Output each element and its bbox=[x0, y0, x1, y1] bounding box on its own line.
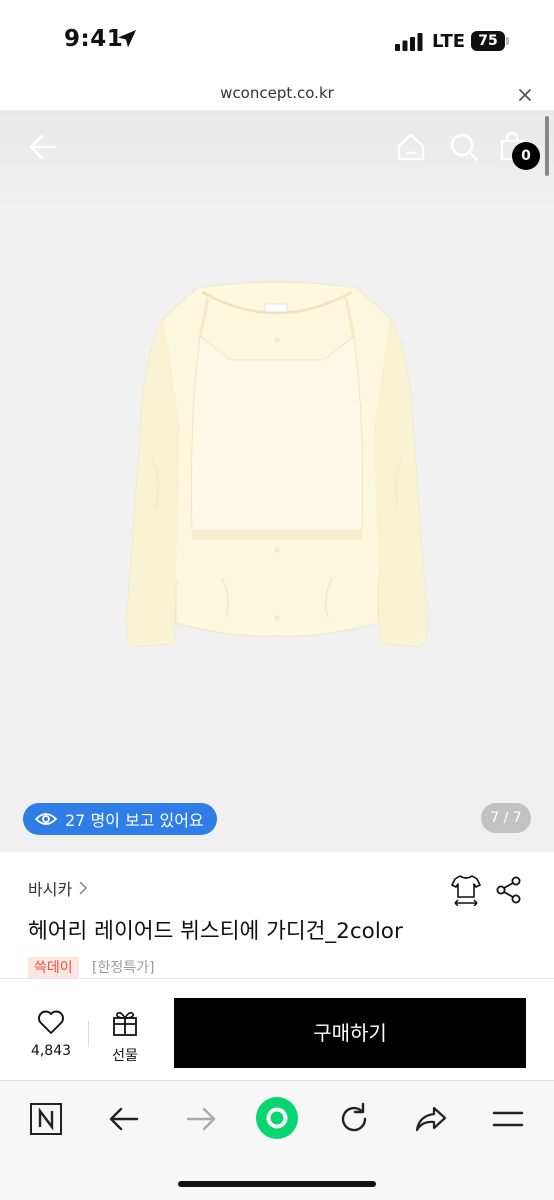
home-indicator bbox=[178, 1181, 376, 1187]
page-indicator: 7 / 7 bbox=[481, 803, 531, 833]
gift-icon[interactable] bbox=[111, 1009, 139, 1037]
gift-button[interactable]: 선물 bbox=[104, 1009, 146, 1065]
signal-icon bbox=[395, 33, 423, 51]
forward-icon[interactable] bbox=[185, 1102, 217, 1136]
size-fit-icon[interactable] bbox=[451, 874, 481, 906]
product-title: 헤어리 레이어드 뷔스티에 가디건_2color bbox=[28, 919, 403, 944]
chevron-right-icon bbox=[79, 881, 88, 895]
search-icon[interactable] bbox=[449, 132, 479, 162]
event-tag: 쓱데이 bbox=[28, 957, 79, 979]
eye-icon bbox=[35, 813, 57, 825]
buy-button[interactable]: 구매하기 bbox=[174, 998, 526, 1068]
home-icon[interactable] bbox=[396, 132, 426, 162]
menu-icon[interactable] bbox=[492, 1102, 524, 1136]
url-bar[interactable]: wconcept.co.kr bbox=[0, 80, 554, 110]
battery-icon: 75 bbox=[471, 31, 505, 51]
battery-level: 75 bbox=[478, 33, 498, 49]
product-image bbox=[126, 281, 428, 647]
close-icon[interactable] bbox=[516, 86, 534, 104]
green-dot-icon[interactable] bbox=[255, 1096, 299, 1140]
refresh-icon[interactable] bbox=[337, 1102, 371, 1136]
naver-icon[interactable] bbox=[29, 1102, 63, 1136]
share-icon[interactable] bbox=[496, 876, 522, 904]
purchase-bar: 4,843 선물 구매하기 bbox=[0, 978, 554, 1080]
back-icon[interactable] bbox=[108, 1102, 140, 1136]
brand-name[interactable]: 바시카 bbox=[28, 876, 72, 900]
heart-icon[interactable] bbox=[37, 1009, 65, 1035]
cart-count-badge[interactable]: 0 bbox=[512, 142, 540, 170]
viewers-text: 27 명이 보고 있어요 bbox=[65, 811, 204, 830]
viewers-badge: 27 명이 보고 있어요 bbox=[23, 803, 217, 835]
product-gallery[interactable]: 0 27 명이 보고 있어요 7 / 7 bbox=[0, 110, 554, 852]
battery-tip bbox=[506, 37, 509, 45]
special-price-tag: [한정특가] bbox=[92, 960, 155, 976]
url-text[interactable]: wconcept.co.kr bbox=[0, 84, 554, 102]
scrollbar[interactable] bbox=[545, 116, 549, 176]
like-count: 4,843 bbox=[30, 1043, 72, 1059]
network-type: LTE bbox=[432, 31, 466, 52]
gift-label: 선물 bbox=[112, 1048, 138, 1064]
status-bar: 9:41 LTE 75 bbox=[0, 0, 554, 80]
divider bbox=[88, 1021, 89, 1047]
brand-link[interactable]: 바시카 bbox=[28, 876, 88, 900]
back-arrow-icon[interactable] bbox=[28, 132, 58, 162]
location-arrow-icon bbox=[118, 30, 136, 48]
like-button[interactable]: 4,843 bbox=[24, 1009, 78, 1059]
share-forward-icon[interactable] bbox=[414, 1102, 448, 1136]
status-time: 9:41 bbox=[64, 26, 124, 52]
